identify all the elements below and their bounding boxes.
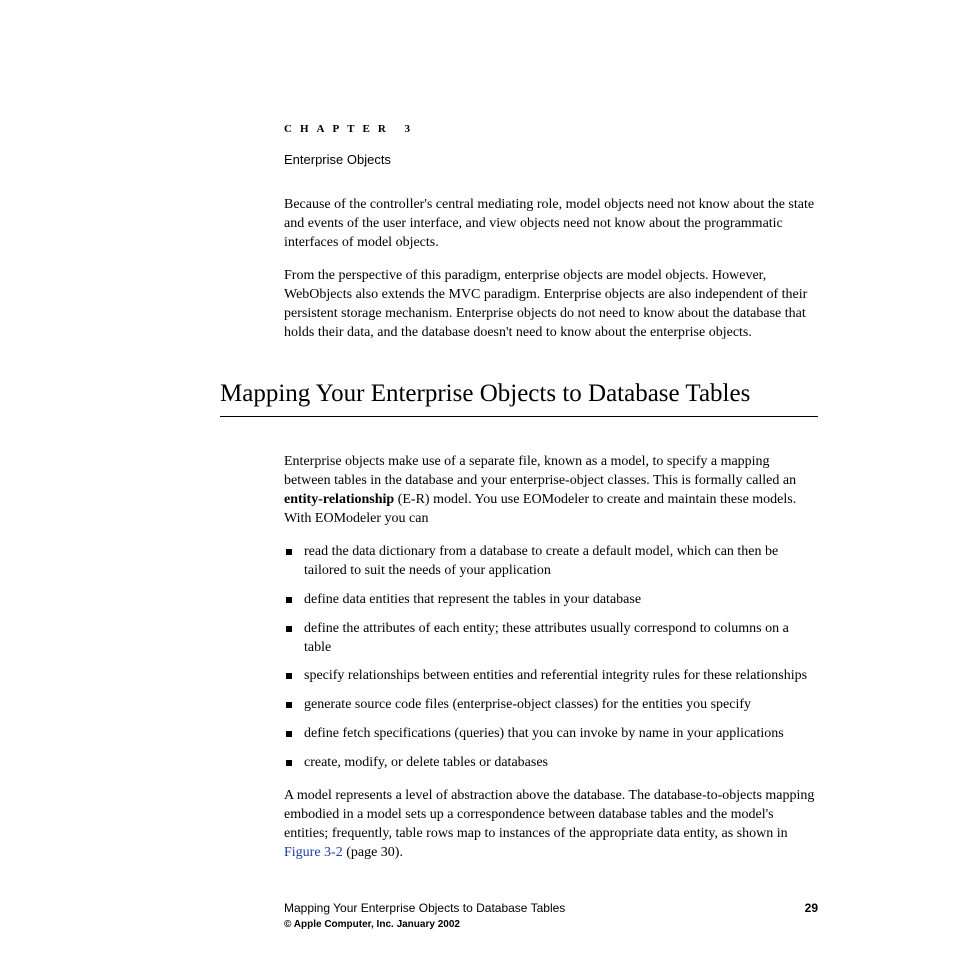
figure-link[interactable]: Figure 3-2 (284, 845, 343, 860)
footer-copyright: © Apple Computer, Inc. January 2002 (284, 918, 818, 932)
closing-text-after: (page 30). (343, 845, 403, 860)
page-footer: Mapping Your Enterprise Objects to Datab… (284, 900, 818, 932)
body-paragraph-2: From the perspective of this paradigm, e… (284, 267, 818, 343)
closing-text-before: A model represents a level of abstractio… (284, 788, 814, 841)
list-item: specify relationships between entities a… (284, 667, 818, 686)
list-item: create, modify, or delete tables or data… (284, 754, 818, 773)
list-item: define the attributes of each entity; th… (284, 620, 818, 658)
bullet-list: read the data dictionary from a database… (284, 543, 818, 773)
intro-bold-term: entity-relationship (284, 492, 394, 507)
section-intro: Enterprise objects make use of a separat… (284, 453, 818, 529)
section-rule (220, 416, 818, 417)
list-item: generate source code files (enterprise-o… (284, 696, 818, 715)
section-closing: A model represents a level of abstractio… (284, 787, 818, 863)
body-paragraph-1: Because of the controller's central medi… (284, 196, 818, 253)
intro-text-before: Enterprise objects make use of a separat… (284, 454, 796, 488)
list-item: read the data dictionary from a database… (284, 543, 818, 581)
chapter-title: Enterprise Objects (284, 151, 818, 169)
list-item: define data entities that represent the … (284, 591, 818, 610)
footer-title: Mapping Your Enterprise Objects to Datab… (284, 900, 565, 916)
chapter-label: CHAPTER 3 (284, 122, 818, 137)
list-item: define fetch specifications (queries) th… (284, 725, 818, 744)
section-heading: Mapping Your Enterprise Objects to Datab… (220, 377, 818, 411)
page-content: CHAPTER 3 Enterprise Objects Because of … (0, 0, 954, 863)
footer-page-number: 29 (805, 900, 818, 916)
